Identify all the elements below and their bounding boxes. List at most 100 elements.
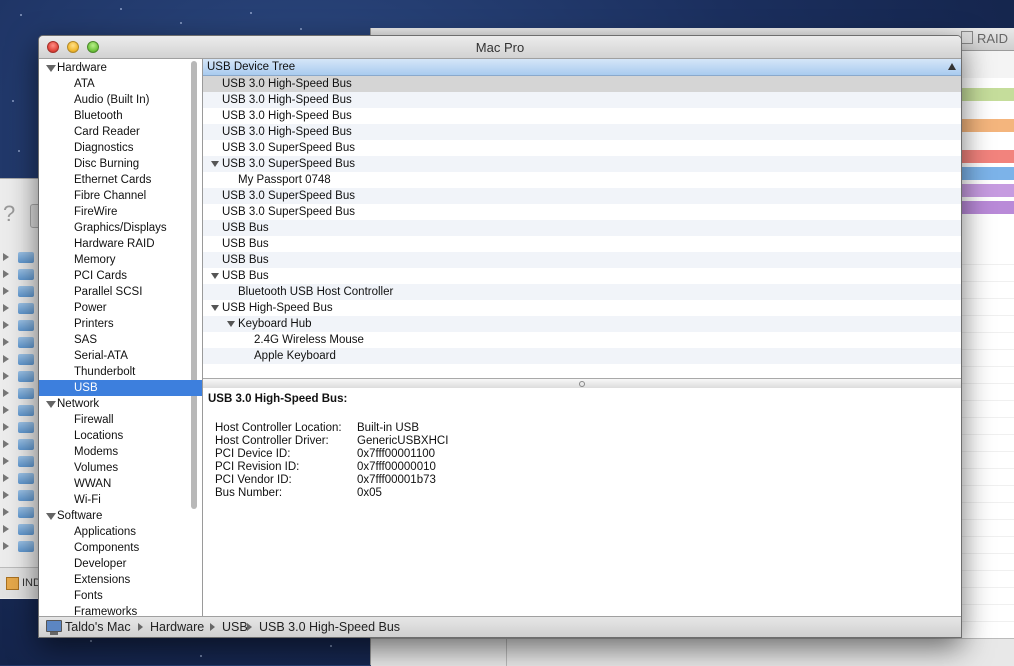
sidebar-item-developer[interactable]: Developer xyxy=(39,556,202,572)
tree-row[interactable]: USB Bus xyxy=(203,220,961,236)
folder-row[interactable] xyxy=(0,453,40,470)
help-icon[interactable]: ? xyxy=(3,201,15,227)
sidebar-item-extensions[interactable]: Extensions xyxy=(39,572,202,588)
folder-row[interactable] xyxy=(0,436,40,453)
sidebar-item-fibre-channel[interactable]: Fibre Channel xyxy=(39,188,202,204)
sidebar-item-bluetooth[interactable]: Bluetooth xyxy=(39,108,202,124)
sidebar-item-firewall[interactable]: Firewall xyxy=(39,412,202,428)
disclosure-triangle-icon[interactable] xyxy=(211,161,219,167)
sidebar-item-locations[interactable]: Locations xyxy=(39,428,202,444)
disclosure-triangle-icon[interactable] xyxy=(3,491,9,499)
breadcrumb-item[interactable]: Taldo's Mac xyxy=(65,617,131,637)
folder-row[interactable] xyxy=(0,351,40,368)
sidebar-category-network[interactable]: Network xyxy=(39,396,202,412)
sidebar-item-wi-fi[interactable]: Wi-Fi xyxy=(39,492,202,508)
disclosure-triangle-icon[interactable] xyxy=(3,270,9,278)
disclosure-triangle-icon[interactable] xyxy=(227,321,235,327)
folder-row[interactable] xyxy=(0,419,40,436)
folder-row[interactable] xyxy=(0,402,40,419)
folder-row[interactable] xyxy=(0,300,40,317)
breadcrumb-item[interactable]: Hardware xyxy=(150,617,204,637)
disclosure-triangle-icon[interactable] xyxy=(46,401,56,408)
title-bar[interactable]: Mac Pro xyxy=(39,36,961,59)
disclosure-triangle-icon[interactable] xyxy=(3,355,9,363)
folder-row[interactable] xyxy=(0,266,40,283)
tree-column-header[interactable]: USB Device Tree xyxy=(203,59,961,76)
sidebar-item-ata[interactable]: ATA xyxy=(39,76,202,92)
sidebar-item-printers[interactable]: Printers xyxy=(39,316,202,332)
tree-row[interactable]: My Passport 0748 xyxy=(203,172,961,188)
tree-row[interactable]: USB High-Speed Bus xyxy=(203,300,961,316)
sidebar-item-applications[interactable]: Applications xyxy=(39,524,202,540)
disclosure-triangle-icon[interactable] xyxy=(3,423,9,431)
tree-row[interactable]: USB 3.0 SuperSpeed Bus xyxy=(203,188,961,204)
disclosure-triangle-icon[interactable] xyxy=(211,305,219,311)
sidebar-item-usb[interactable]: USB xyxy=(39,380,202,396)
sidebar-item-sas[interactable]: SAS xyxy=(39,332,202,348)
sidebar-item-ethernet-cards[interactable]: Ethernet Cards xyxy=(39,172,202,188)
folder-row[interactable] xyxy=(0,470,40,487)
tree-row[interactable]: USB 3.0 SuperSpeed Bus xyxy=(203,156,961,172)
folder-row[interactable] xyxy=(0,368,40,385)
disclosure-triangle-icon[interactable] xyxy=(3,457,9,465)
sidebar-category-software[interactable]: Software xyxy=(39,508,202,524)
tree-row[interactable]: 2.4G Wireless Mouse xyxy=(203,332,961,348)
folder-row[interactable] xyxy=(0,521,40,538)
sidebar-item-volumes[interactable]: Volumes xyxy=(39,460,202,476)
tree-row[interactable]: USB 3.0 High-Speed Bus xyxy=(203,76,961,92)
disclosure-triangle-icon[interactable] xyxy=(211,273,219,279)
tree-row[interactable]: USB Bus xyxy=(203,236,961,252)
tree-row[interactable]: Keyboard Hub xyxy=(203,316,961,332)
folder-row[interactable] xyxy=(0,385,40,402)
sidebar-item-pci-cards[interactable]: PCI Cards xyxy=(39,268,202,284)
breadcrumb-item[interactable]: USB xyxy=(222,617,248,637)
folder-row[interactable] xyxy=(0,504,40,521)
folder-row[interactable] xyxy=(0,487,40,504)
tree-row[interactable]: USB Bus xyxy=(203,252,961,268)
tree-row[interactable]: USB 3.0 SuperSpeed Bus xyxy=(203,204,961,220)
disclosure-triangle-icon[interactable] xyxy=(3,304,9,312)
sidebar-item-memory[interactable]: Memory xyxy=(39,252,202,268)
sidebar-item-diagnostics[interactable]: Diagnostics xyxy=(39,140,202,156)
sidebar-item-serial-ata[interactable]: Serial-ATA xyxy=(39,348,202,364)
disclosure-triangle-icon[interactable] xyxy=(3,253,9,261)
sidebar-item-graphics-displays[interactable]: Graphics/Displays xyxy=(39,220,202,236)
tree-row[interactable]: USB 3.0 High-Speed Bus xyxy=(203,124,961,140)
sidebar-item-hardware-raid[interactable]: Hardware RAID xyxy=(39,236,202,252)
sidebar-item-thunderbolt[interactable]: Thunderbolt xyxy=(39,364,202,380)
sidebar-item-modems[interactable]: Modems xyxy=(39,444,202,460)
tree-row[interactable]: USB 3.0 High-Speed Bus xyxy=(203,108,961,124)
folder-row[interactable] xyxy=(0,283,40,300)
tree-row[interactable]: Bluetooth USB Host Controller xyxy=(203,284,961,300)
folder-row[interactable] xyxy=(0,334,40,351)
sidebar-item-power[interactable]: Power xyxy=(39,300,202,316)
sidebar-item-fonts[interactable]: Fonts xyxy=(39,588,202,604)
disclosure-triangle-icon[interactable] xyxy=(3,440,9,448)
tree-row[interactable]: Apple Keyboard xyxy=(203,348,961,364)
disclosure-triangle-icon[interactable] xyxy=(3,321,9,329)
sidebar-category-hardware[interactable]: Hardware xyxy=(39,60,202,76)
disclosure-triangle-icon[interactable] xyxy=(3,287,9,295)
disclosure-triangle-icon[interactable] xyxy=(3,406,9,414)
sidebar-item-wwan[interactable]: WWAN xyxy=(39,476,202,492)
folder-row[interactable] xyxy=(0,538,40,555)
folder-row[interactable] xyxy=(0,317,40,334)
tree-row[interactable]: USB 3.0 SuperSpeed Bus xyxy=(203,140,961,156)
sidebar-item-firewire[interactable]: FireWire xyxy=(39,204,202,220)
disclosure-triangle-icon[interactable] xyxy=(3,372,9,380)
sidebar-item-card-reader[interactable]: Card Reader xyxy=(39,124,202,140)
disclosure-triangle-icon[interactable] xyxy=(3,389,9,397)
disclosure-triangle-icon[interactable] xyxy=(3,508,9,516)
breadcrumb-item[interactable]: USB 3.0 High-Speed Bus xyxy=(259,617,400,637)
sidebar-item-audio-built-in-[interactable]: Audio (Built In) xyxy=(39,92,202,108)
sidebar-item-disc-burning[interactable]: Disc Burning xyxy=(39,156,202,172)
disclosure-triangle-icon[interactable] xyxy=(46,65,56,72)
folder-row[interactable] xyxy=(0,249,40,266)
disclosure-triangle-icon[interactable] xyxy=(46,513,56,520)
sidebar-item-components[interactable]: Components xyxy=(39,540,202,556)
sidebar-item-frameworks[interactable]: Frameworks xyxy=(39,604,202,616)
disclosure-triangle-icon[interactable] xyxy=(3,525,9,533)
disclosure-triangle-icon[interactable] xyxy=(3,542,9,550)
tree-row[interactable]: USB 3.0 High-Speed Bus xyxy=(203,92,961,108)
disclosure-triangle-icon[interactable] xyxy=(3,474,9,482)
